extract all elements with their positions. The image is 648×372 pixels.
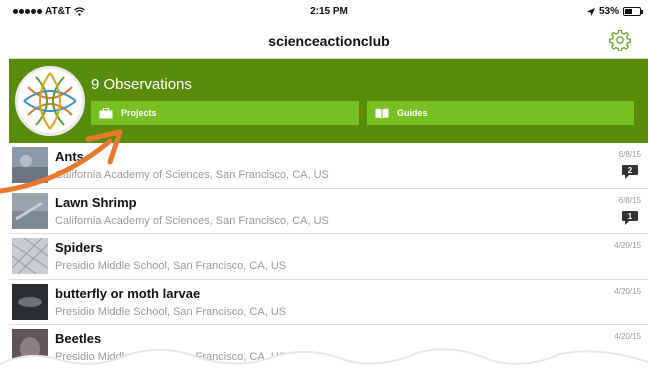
- comment-badge: 2: [621, 164, 639, 180]
- observation-date: 4/20/15: [614, 332, 641, 341]
- observation-name: butterfly or moth larvae: [55, 285, 201, 301]
- comment-count: 2: [627, 166, 633, 175]
- club-logo: [15, 66, 85, 136]
- observation-location: California Academy of Sciences, San Fran…: [55, 169, 329, 181]
- observation-thumbnail: [12, 238, 48, 274]
- battery-percent: 53%: [598, 6, 619, 17]
- status-time: 2:15 PM: [310, 6, 348, 17]
- observation-date: 6/8/15: [618, 195, 641, 205]
- guides-button[interactable]: Guides: [367, 101, 634, 125]
- page-title: scienceactionclub: [268, 33, 390, 49]
- battery-status: 53%: [586, 6, 643, 17]
- comment-count: 1: [627, 211, 633, 221]
- observation-thumbnail: [12, 329, 48, 365]
- observation-location: California Academy of Sciences, San Fran…: [55, 214, 329, 227]
- observation-thumbnail: [12, 192, 48, 229]
- project-banner: 9 Observations Projects Guides: [9, 59, 648, 143]
- comment-badge: 1: [621, 210, 639, 226]
- battery-icon: [623, 7, 643, 16]
- observation-name: Ants: [55, 149, 84, 164]
- observation-date: 4/20/15: [614, 286, 641, 296]
- guides-label: Guides: [397, 108, 428, 118]
- briefcase-icon: [99, 107, 113, 118]
- observation-name: Lawn Shrimp: [55, 194, 137, 210]
- observation-date: 6/8/15: [618, 150, 641, 159]
- location-arrow-icon: [586, 7, 595, 16]
- list-item[interactable]: Lawn Shrimp California Academy of Scienc…: [9, 189, 648, 234]
- projects-button[interactable]: Projects: [91, 101, 359, 125]
- navigation-bar: scienceactionclub: [9, 22, 648, 59]
- observation-list: Ants California Academy of Sciences, San…: [9, 143, 648, 371]
- observation-count: 9 Observations: [91, 76, 192, 93]
- list-item[interactable]: Ants California Academy of Sciences, San…: [9, 143, 648, 189]
- app-screen: AT&T 2:15 PM 53% scienceactionclub 9 Obs…: [9, 0, 648, 372]
- observation-thumbnail: [12, 283, 48, 320]
- observation-date: 4/20/15: [614, 241, 641, 250]
- projects-label: Projects: [121, 108, 157, 118]
- status-bar: AT&T 2:15 PM 53%: [9, 0, 648, 22]
- observation-thumbnail: [12, 147, 48, 183]
- observation-location: Presidio Middle School, San Francisco, C…: [55, 305, 287, 318]
- observation-name: Spiders: [55, 240, 103, 255]
- observation-name: Beetles: [55, 331, 102, 346]
- book-icon: [375, 108, 389, 118]
- list-item[interactable]: butterfly or moth larvae Presidio Middle…: [9, 280, 648, 325]
- list-item[interactable]: Spiders Presidio Middle School, San Fran…: [9, 234, 648, 280]
- list-item[interactable]: Beetles Presidio Middle School, San Fran…: [9, 325, 648, 371]
- observation-location: Presidio Middle School, San Francisco, C…: [55, 260, 287, 272]
- gear-icon[interactable]: [609, 29, 631, 51]
- observation-location: Presidio Middle School, San Francisco, C…: [55, 351, 287, 363]
